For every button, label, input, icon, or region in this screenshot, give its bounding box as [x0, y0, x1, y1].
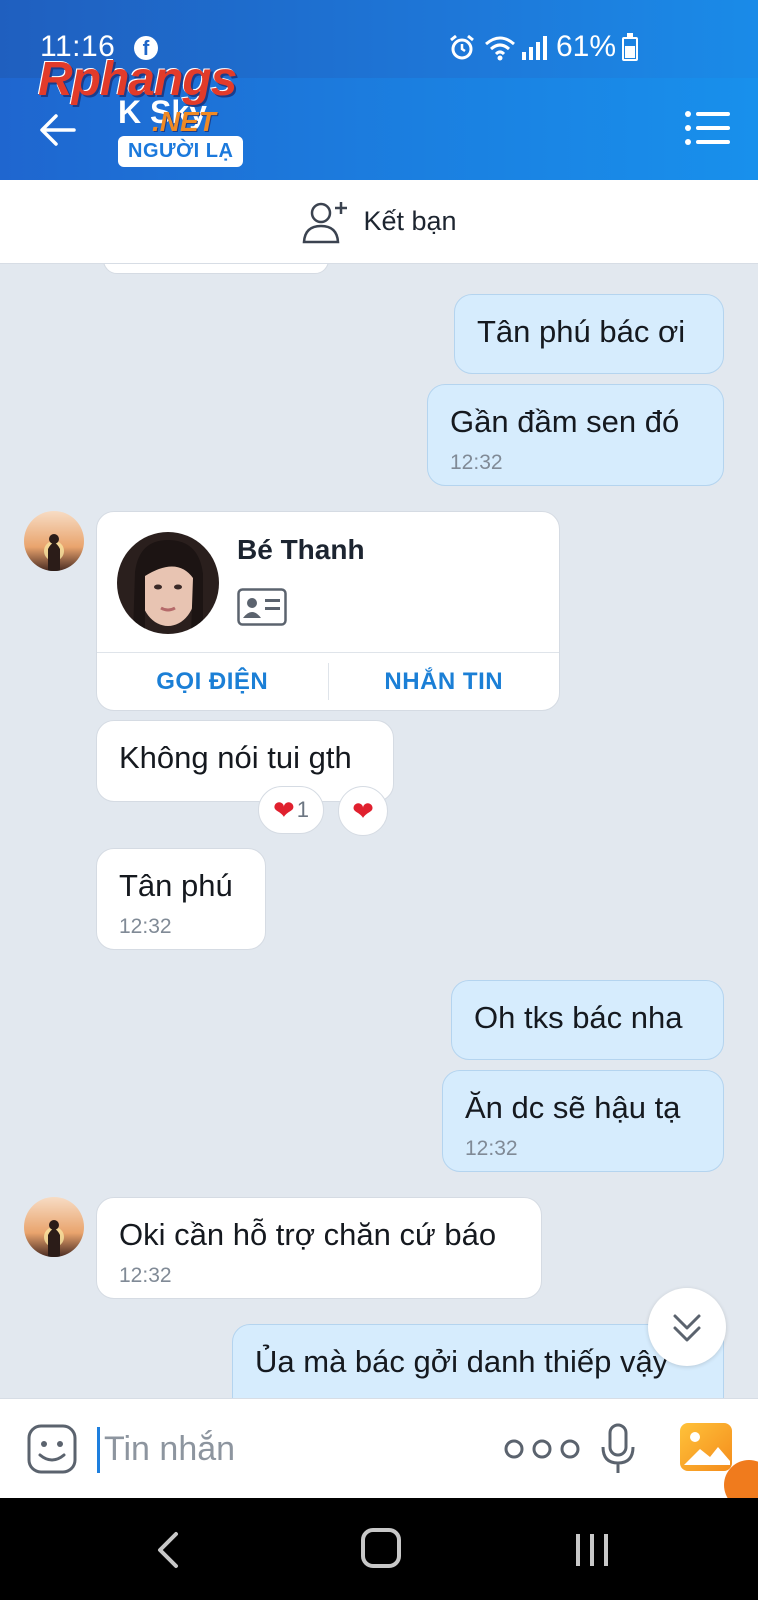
gallery-icon[interactable] [680, 1423, 732, 1471]
previous-message-edge [103, 264, 329, 274]
more-options-icon[interactable] [500, 1435, 584, 1463]
message-text: Oh tks bác nha [474, 1000, 683, 1035]
alarm-icon [450, 34, 474, 60]
message-time: 12:32 [450, 451, 503, 475]
message-text: Tân phú bác ơi [477, 314, 686, 349]
battery-icon [622, 33, 638, 61]
sender-avatar[interactable] [24, 511, 84, 571]
message-time: 12:32 [119, 915, 172, 939]
stranger-badge: NGƯỜI LẠ [118, 136, 244, 167]
nav-recent-apps-icon[interactable] [572, 1530, 612, 1570]
message-text: Không nói tui gth [119, 740, 352, 775]
double-chevron-down-icon [673, 1314, 701, 1342]
message-bubble[interactable]: Oki cần hỗ trợ chăn cứ báo 12:32 [96, 1197, 542, 1299]
scroll-to-bottom-button[interactable] [648, 1288, 726, 1366]
nav-back-icon[interactable] [150, 1530, 186, 1570]
call-button[interactable]: GỌI ĐIỆN [97, 653, 328, 710]
message-bubble[interactable]: Tân phú 12:32 [96, 848, 266, 950]
heart-icon: ❤ [272, 794, 295, 825]
message-text: Tân phú [119, 868, 233, 903]
message-text: Ủa mà bác gởi danh thiếp vậy [255, 1344, 669, 1379]
watermark-logo: Rphangs [38, 53, 237, 106]
chat-messages[interactable]: Tân phú bác ơi Gần đầm sen đó 12:32 Bé T… [0, 264, 758, 1398]
add-friend-icon [303, 201, 348, 243]
message-bubble[interactable]: Oh tks bác nha [451, 980, 724, 1060]
message-bubble[interactable]: Tân phú bác ơi [454, 294, 724, 374]
sender-avatar[interactable] [24, 1197, 84, 1257]
sticker-icon[interactable] [26, 1423, 78, 1475]
watermark-logo-suffix: .NET [152, 106, 216, 137]
id-card-icon [237, 588, 287, 626]
system-navigation-bar [0, 1498, 758, 1600]
battery-percent: 61% [556, 30, 617, 63]
message-composer [0, 1398, 758, 1498]
reaction-count: 1 [296, 797, 310, 822]
contact-card[interactable]: Bé Thanh GỌI ĐIỆN NHẮN TIN [96, 511, 560, 711]
contact-card-name: Bé Thanh [237, 534, 365, 565]
menu-list-icon[interactable] [684, 108, 730, 148]
message-time: 12:32 [119, 1264, 172, 1288]
signal-icon [522, 36, 547, 60]
message-text: Oki cần hỗ trợ chăn cứ báo [119, 1217, 497, 1252]
contact-card-avatar[interactable] [117, 532, 219, 634]
add-friend-bar[interactable]: Kết bạn [0, 180, 758, 264]
wifi-icon [485, 36, 515, 61]
back-arrow-icon[interactable] [38, 110, 78, 150]
react-button[interactable]: ❤ [338, 786, 388, 836]
message-time: 12:32 [465, 1137, 518, 1161]
add-friend-label: Kết bạn [363, 206, 457, 236]
nav-home-icon[interactable] [361, 1528, 401, 1568]
reaction-summary[interactable]: ❤ 1 [258, 786, 324, 834]
text-cursor [97, 1427, 100, 1473]
contact-card-actions: GỌI ĐIỆN NHẮN TIN [97, 652, 559, 710]
heart-icon: ❤ [352, 795, 374, 826]
message-input[interactable] [104, 1423, 464, 1475]
message-text: Ăn dc sẽ hậu tạ [465, 1090, 681, 1125]
message-text: Gần đầm sen đó [450, 404, 680, 439]
microphone-icon[interactable] [600, 1423, 636, 1475]
message-bubble[interactable]: Gần đầm sen đó 12:32 [427, 384, 724, 486]
message-bubble[interactable]: Ăn dc sẽ hậu tạ 12:32 [442, 1070, 724, 1172]
message-button[interactable]: NHẮN TIN [329, 653, 560, 710]
